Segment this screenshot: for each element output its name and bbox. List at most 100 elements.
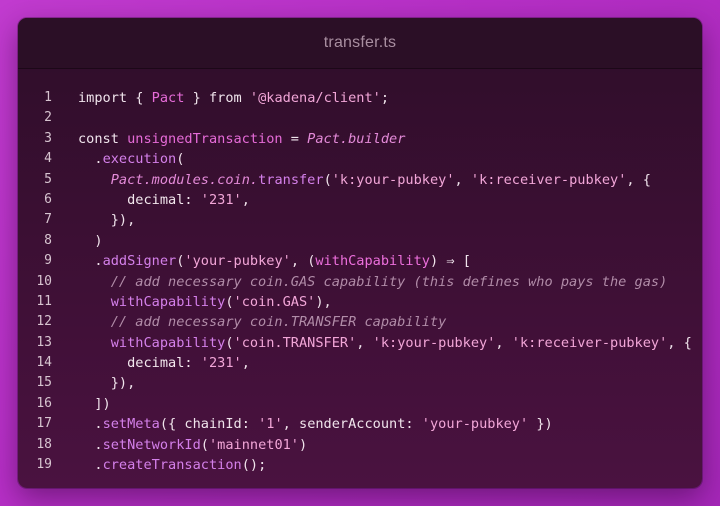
code-token: decimal: <box>78 191 201 208</box>
code-line: 13 withCapability('coin.TRANSFER', 'k:yo… <box>18 333 702 353</box>
code-text: ) <box>52 231 103 251</box>
code-token: Pact.builder <box>307 130 406 147</box>
code-token: 'k:your-pubkey' <box>372 334 496 351</box>
code-token: 'your-pubkey' <box>421 416 529 433</box>
code-text: .addSigner('your-pubkey', (withCapabilit… <box>52 251 471 271</box>
code-token: 'your-pubkey' <box>184 253 291 270</box>
code-token: ( <box>323 171 332 188</box>
code-line: 12 // add necessary coin.TRANSFER capabi… <box>18 312 702 332</box>
code-text: Pact.modules.coin.transfer('k:your-pubke… <box>52 170 651 190</box>
code-line: 16 ]) <box>18 394 702 414</box>
code-token: decimal: <box>78 355 201 372</box>
code-token: 'k:receiver-pubkey' <box>511 334 668 351</box>
code-token: . <box>78 416 103 433</box>
code-text: }), <box>52 373 136 393</box>
code-text: withCapability('coin.TRANSFER', 'k:your-… <box>52 333 692 353</box>
code-token: 'coin.GAS' <box>233 293 316 310</box>
code-token: ) <box>299 436 308 453</box>
code-text: }), <box>52 210 136 230</box>
code-line: 15 }), <box>18 373 702 393</box>
code-text: .setNetworkId('mainnet01') <box>52 435 307 455</box>
code-token: ]) <box>78 395 111 412</box>
code-token: '231' <box>200 191 242 208</box>
code-text: ]) <box>52 394 111 414</box>
code-token: = <box>282 130 308 147</box>
code-line: 3 const unsignedTransaction = Pact.builde… <box>18 129 702 149</box>
code-token: execution <box>102 151 177 168</box>
code-text: import { Pact } from '@kadena/client'; <box>52 88 389 108</box>
code-line: 8 ) <box>18 231 702 251</box>
code-token: ), <box>315 293 332 310</box>
code-line: 9 .addSigner('your-pubkey', (withCapabil… <box>18 251 702 271</box>
code-line: 10 // add necessary coin.GAS capability … <box>18 272 702 292</box>
code-token: transfer <box>258 171 324 188</box>
code-token: (); <box>241 457 267 474</box>
line-number: 1 <box>44 90 52 105</box>
code-token: withCapability <box>110 334 226 351</box>
code-token: '@kadena/client' <box>249 90 381 106</box>
code-line: 2 <box>18 108 702 128</box>
window-titlebar: transfer.ts <box>18 18 702 69</box>
code-line: 19 .createTransaction(); <box>18 455 702 475</box>
line-number: 4 <box>44 151 52 167</box>
code-line: 6 decimal: '231', <box>18 190 702 210</box>
code-editor[interactable]: 1 import { Pact } from '@kadena/client'; 2… <box>18 88 702 475</box>
code-line: 11 withCapability('coin.GAS'), <box>18 292 702 312</box>
code-token: ) <box>78 232 103 249</box>
code-token: ( <box>225 334 234 351</box>
code-token: Pact <box>151 90 185 106</box>
code-token: setNetworkId <box>102 436 201 453</box>
line-number: 19 <box>36 457 52 473</box>
line-number: 8 <box>44 232 52 248</box>
code-token: unsignedTransaction <box>127 130 283 147</box>
code-text: const unsignedTransaction = Pact.builder <box>52 129 405 149</box>
code-token: , <box>454 171 471 188</box>
line-number: 18 <box>36 436 52 452</box>
code-text: .execution( <box>52 149 184 169</box>
line-number: 17 <box>36 416 52 432</box>
code-token: , <box>356 334 373 351</box>
code-token: '1' <box>258 416 283 433</box>
code-token: . <box>78 436 103 453</box>
code-window: transfer.ts 1 import { Pact } from '@kade… <box>18 18 702 488</box>
code-token: '231' <box>200 355 242 372</box>
code-token: // add necessary coin.TRANSFER capabilit… <box>78 314 447 331</box>
line-number: 3 <box>44 130 52 146</box>
code-token: ( <box>200 436 209 453</box>
line-number: 12 <box>36 314 52 330</box>
code-text: decimal: '231', <box>52 190 250 210</box>
code-token: const <box>78 130 128 147</box>
code-token: ( <box>225 293 234 310</box>
code-text: withCapability('coin.GAS'), <box>52 292 332 312</box>
code-token: addSigner <box>102 253 177 270</box>
code-token: withCapability <box>110 293 226 310</box>
code-token: withCapability <box>315 253 430 270</box>
code-token: }) <box>528 416 553 433</box>
code-text: .createTransaction(); <box>52 455 266 475</box>
code-text: // add necessary coin.TRANSFER capabilit… <box>52 312 447 332</box>
code-token: , <box>241 355 250 372</box>
code-token: // add necessary coin.GAS capability (th… <box>78 273 668 290</box>
line-number: 9 <box>44 253 52 269</box>
code-token: createTransaction <box>102 457 242 474</box>
code-line: 14 decimal: '231', <box>18 353 702 373</box>
code-text: // add necessary coin.GAS capability (th… <box>52 272 668 292</box>
line-number: 5 <box>44 171 52 187</box>
line-number: 16 <box>36 395 52 411</box>
line-number: 15 <box>36 375 52 391</box>
file-title: transfer.ts <box>323 34 397 51</box>
code-line: 17 .setMeta({ chainId: '1', senderAccoun… <box>18 414 702 434</box>
code-token: ) ⇒ [ <box>429 253 471 270</box>
code-text: .setMeta({ chainId: '1', senderAccount: … <box>52 414 553 434</box>
code-token: . <box>78 151 103 168</box>
code-line: 7 }), <box>18 210 702 230</box>
code-token: 'coin.TRANSFER' <box>233 334 357 351</box>
code-token: , <box>241 191 250 208</box>
line-number: 7 <box>44 212 52 228</box>
line-number: 14 <box>36 355 52 371</box>
code-token: , { <box>667 334 692 351</box>
